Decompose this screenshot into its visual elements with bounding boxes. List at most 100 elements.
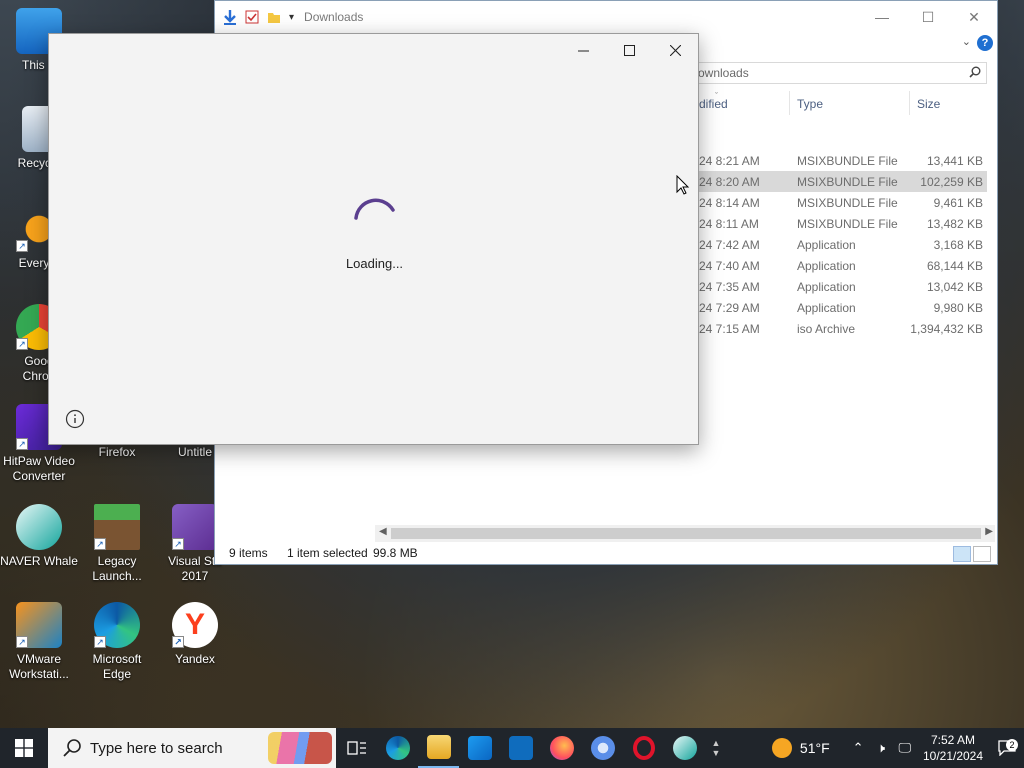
desktop-icon-firefox[interactable]: Firefox	[78, 445, 156, 460]
file-type: iso Archive	[797, 322, 856, 336]
file-size: 9,980 KB	[933, 301, 983, 315]
loading-text: Loading...	[345, 256, 404, 271]
help-icon[interactable]: ?	[977, 35, 993, 51]
file-row[interactable]: 24 8:14 AM MSIXBUNDLE File 9,461 KB	[691, 192, 987, 213]
new-folder-icon[interactable]	[267, 10, 281, 24]
column-header-date-modified[interactable]: dified	[699, 93, 728, 115]
file-type: Application	[797, 259, 856, 273]
file-date: 24 8:11 AM	[699, 217, 759, 231]
dropdown-caret-icon[interactable]: ▾	[289, 12, 294, 23]
close-button[interactable]	[652, 34, 698, 66]
volume-muted-icon[interactable]: 🕨	[877, 740, 885, 755]
chevron-up-icon[interactable]: ▲	[712, 738, 721, 748]
info-icon[interactable]	[65, 409, 85, 429]
close-button[interactable]: ✕	[951, 1, 997, 33]
file-size: 102,259 KB	[920, 175, 983, 189]
search-icon[interactable]	[964, 66, 986, 81]
start-button[interactable]	[0, 728, 48, 768]
scrollbar-thumb[interactable]	[391, 528, 981, 539]
desktop-icon-label: NAVER Whale	[0, 554, 78, 568]
taskbar: Type here to search ▲ ▼ 51°F ⌃ 🕨 🖵 7:52 …	[0, 728, 1024, 768]
file-date: 24 7:15 AM	[699, 322, 760, 336]
desktop-icon-microsoft-edge[interactable]: ↗ Microsoft Edge	[78, 602, 156, 682]
maximize-button[interactable]	[606, 34, 652, 66]
outlook-icon	[508, 736, 533, 760]
chromium-icon	[590, 736, 615, 760]
file-row[interactable]: 24 7:40 AM Application 68,144 KB	[691, 255, 987, 276]
dialog-window-controls	[560, 34, 698, 66]
details-view-icon[interactable]	[953, 546, 971, 562]
file-row[interactable]: 24 8:21 AM MSIXBUNDLE File 13,441 KB	[691, 150, 987, 171]
desktop-icon-naver-whale[interactable]: NAVER Whale	[0, 504, 78, 569]
desktop-icon-vmware[interactable]: ↗ VMware Workstati...	[0, 602, 78, 682]
file-row[interactable]: 24 7:15 AM iso Archive 1,394,432 KB	[691, 318, 987, 339]
taskbar-app-opera[interactable]	[623, 728, 664, 768]
file-row-selected[interactable]: 24 8:20 AM MSIXBUNDLE File 102,259 KB	[691, 171, 987, 192]
file-row[interactable]: 24 7:35 AM Application 13,042 KB	[691, 276, 987, 297]
chevron-down-icon[interactable]: ▼	[712, 748, 721, 758]
edge-icon: ↗	[94, 602, 140, 648]
taskbar-app-edge[interactable]	[377, 728, 418, 768]
shortcut-arrow-icon: ↗	[16, 338, 28, 350]
desktop-icon-legacy-launcher[interactable]: ↗ Legacy Launch...	[78, 504, 156, 584]
expand-ribbon-chevron-icon[interactable]: ⌄	[962, 35, 971, 48]
desktop-icon-label: VMware Workstati...	[9, 652, 69, 681]
taskbar-app-firefox[interactable]	[541, 728, 582, 768]
column-header-size[interactable]: Size	[917, 93, 940, 115]
desktop-icon-label: Yandex	[175, 652, 215, 666]
notifications-button[interactable]: 2	[990, 739, 1024, 756]
file-type: MSIXBUNDLE File	[797, 196, 898, 210]
desktop-icon-label: Firefox	[98, 445, 136, 459]
horizontal-scrollbar[interactable]: ◀ ▶	[375, 525, 995, 542]
search-input-text: ownloads	[698, 66, 749, 80]
column-separator[interactable]	[789, 91, 790, 115]
search-highlight-illustration-icon[interactable]	[268, 732, 332, 764]
taskbar-scroll-arrows[interactable]: ▲ ▼	[705, 728, 727, 768]
file-row[interactable]: 24 7:42 AM Application 3,168 KB	[691, 234, 987, 255]
loading-dialog[interactable]: Loading...	[48, 33, 699, 445]
taskbar-app-file-explorer[interactable]	[418, 728, 459, 768]
column-separator[interactable]	[909, 91, 910, 115]
task-view-button[interactable]	[336, 728, 377, 768]
scroll-left-arrow-icon[interactable]: ◀	[379, 526, 387, 537]
file-date: 24 8:21 AM	[699, 154, 760, 168]
taskbar-app-store[interactable]	[459, 728, 500, 768]
network-icon[interactable]: 🖵	[898, 740, 911, 755]
taskbar-app-whale[interactable]	[664, 728, 705, 768]
edge-icon	[385, 736, 410, 760]
minimize-button[interactable]	[560, 34, 606, 66]
desktop-icon-label: Microsoft Edge	[92, 652, 142, 681]
taskbar-app-outlook[interactable]	[500, 728, 541, 768]
file-type: Application	[797, 301, 856, 315]
maximize-button[interactable]: ☐	[905, 1, 951, 33]
file-date: 24 7:40 AM	[699, 259, 760, 273]
minecraft-block-icon: ↗	[94, 504, 140, 550]
taskbar-app-chromium[interactable]	[582, 728, 623, 768]
search-downloads-input[interactable]: ownloads	[691, 62, 987, 84]
file-date: 24 8:20 AM	[699, 175, 760, 189]
column-header-type[interactable]: Type	[797, 93, 823, 115]
file-size: 13,482 KB	[926, 217, 983, 231]
file-type: MSIXBUNDLE File	[797, 175, 898, 189]
file-row[interactable]: 24 7:29 AM Application 9,980 KB	[691, 297, 987, 318]
file-date: 24 7:35 AM	[699, 280, 760, 294]
windows-logo-icon	[15, 739, 33, 757]
properties-checkmark-icon[interactable]	[245, 10, 259, 24]
file-size: 13,441 KB	[926, 154, 983, 168]
clock-time: 7:52 AM	[930, 733, 976, 747]
file-row[interactable]: 24 8:11 AM MSIXBUNDLE File 13,482 KB	[691, 213, 987, 234]
shortcut-arrow-icon: ↗	[16, 438, 28, 450]
file-size: 3,168 KB	[933, 238, 983, 252]
taskbar-search-box[interactable]: Type here to search	[48, 728, 336, 768]
show-hidden-icons-chevron-icon[interactable]: ⌃	[853, 740, 864, 755]
download-arrow-icon[interactable]	[223, 9, 237, 25]
minimize-button[interactable]: —	[859, 1, 905, 33]
clock[interactable]: 7:52 AM 10/21/2024	[916, 732, 990, 764]
large-icons-view-icon[interactable]	[973, 546, 991, 562]
scroll-right-arrow-icon[interactable]: ▶	[985, 526, 993, 537]
explorer-titlebar[interactable]: ▾ Downloads — ☐ ✕	[215, 1, 997, 33]
desktop-icon-label: HitPaw Video Converter	[3, 454, 75, 483]
desktop-icon-yandex[interactable]: Y ↗ Yandex	[156, 602, 234, 667]
weather-widget[interactable]: 51°F	[771, 738, 830, 758]
sort-caret-icon: ˇ	[715, 91, 718, 101]
